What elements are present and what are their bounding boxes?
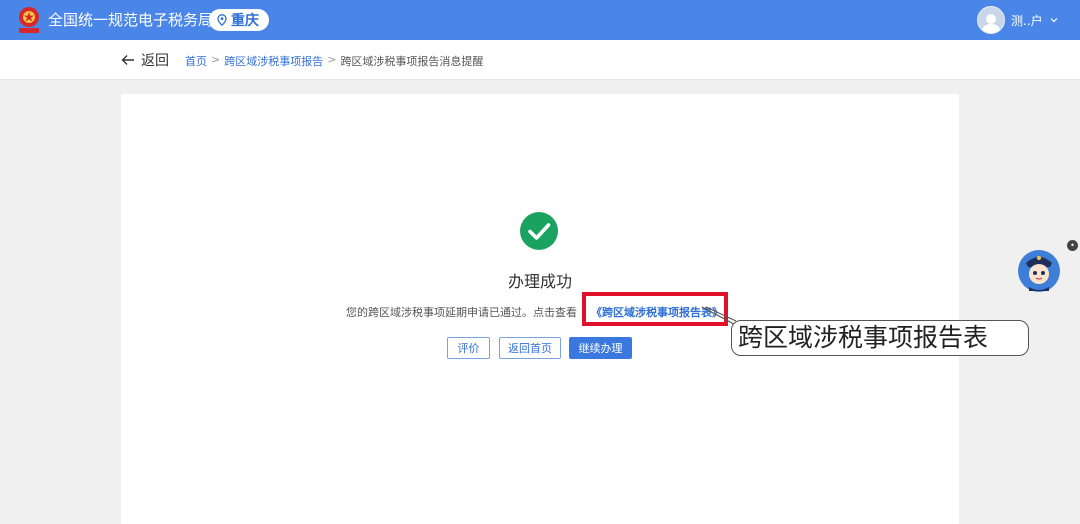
navigation-bar: 返回 首页 > 跨区域涉税事项报告 > 跨区域涉税事项报告消息提醒: [0, 40, 1080, 80]
breadcrumb-current: 跨区域涉税事项报告消息提醒: [340, 55, 484, 68]
success-check-icon: [520, 212, 558, 250]
rate-button[interactable]: 评价: [447, 337, 490, 359]
chevron-down-icon: [1050, 18, 1058, 23]
site-title: 全国统一规范电子税务局: [48, 11, 214, 29]
assistant-mascot-icon[interactable]: [1016, 245, 1062, 293]
user-menu[interactable]: 测..户: [977, 6, 1059, 34]
back-button[interactable]: 返回: [121, 50, 169, 70]
annotation-callout: 跨区域涉税事项报告表: [731, 320, 1029, 356]
location-pin-icon: [217, 14, 227, 26]
breadcrumb-home[interactable]: 首页: [185, 53, 207, 69]
avatar: [977, 6, 1005, 34]
back-label: 返回: [141, 53, 169, 69]
breadcrumb-cross-region-report[interactable]: 跨区域涉税事项报告: [224, 53, 323, 69]
top-header-bar: 全国统一规范电子税务局 重庆 测..户: [0, 0, 1080, 40]
breadcrumb: 首页 > 跨区域涉税事项报告 > 跨区域涉税事项报告消息提醒: [185, 53, 483, 69]
user-name: 测..户: [1011, 13, 1043, 28]
breadcrumb-separator: >: [211, 53, 221, 66]
tax-emblem-icon: [19, 7, 39, 33]
arrow-left-icon: [121, 55, 134, 65]
region-selector[interactable]: 重庆: [209, 9, 269, 31]
result-description: 您的跨区域涉税事项延期申请已通过。点击查看: [346, 306, 577, 319]
return-home-button[interactable]: 返回首页: [499, 337, 561, 359]
user-icon: [981, 14, 1001, 33]
continue-button[interactable]: 继续办理: [569, 337, 632, 359]
region-label: 重庆: [231, 13, 259, 29]
result-title: 办理成功: [507, 272, 572, 291]
notification-badge: •: [1067, 240, 1078, 251]
breadcrumb-separator: >: [327, 53, 337, 66]
